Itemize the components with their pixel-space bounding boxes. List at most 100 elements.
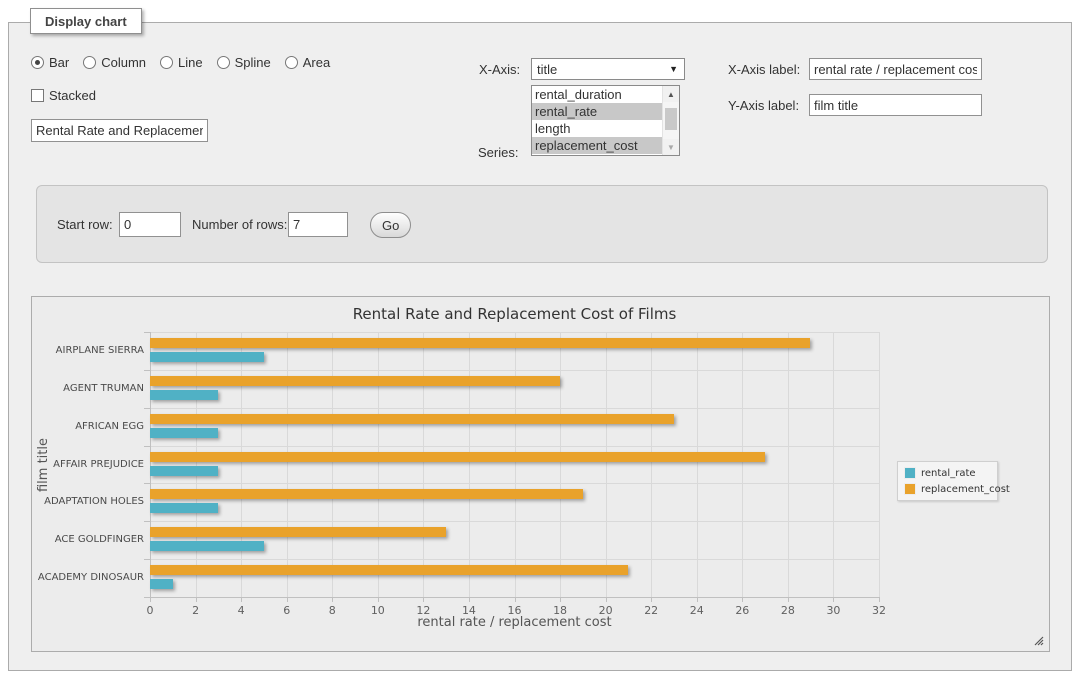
bar-replacement_cost[interactable] <box>150 527 446 537</box>
gridline-vertical <box>879 332 880 597</box>
go-button[interactable]: Go <box>370 212 411 238</box>
chart-type-bar[interactable]: Bar <box>31 55 69 70</box>
category-label: AIRPLANE SIERRA <box>37 345 144 357</box>
x-axis-selected-value: title <box>537 62 557 77</box>
radio-icon[interactable] <box>285 56 298 69</box>
gridline-vertical <box>833 332 834 597</box>
gridline-vertical <box>788 332 789 597</box>
x-axis-label-input[interactable] <box>809 58 982 80</box>
go-button-label: Go <box>382 218 399 233</box>
bar-replacement_cost[interactable] <box>150 489 583 499</box>
radio-icon[interactable] <box>160 56 173 69</box>
bar-replacement_cost[interactable] <box>150 565 628 575</box>
legend-swatch <box>904 467 916 479</box>
gridline-vertical <box>332 332 333 597</box>
bar-rental_rate[interactable] <box>150 428 218 438</box>
start-row-input[interactable] <box>119 212 181 237</box>
bar-replacement_cost[interactable] <box>150 338 810 348</box>
radio-label: Spline <box>235 55 271 70</box>
legend-item-rental_rate[interactable]: rental_rate <box>904 467 991 479</box>
legend-swatch <box>904 483 916 495</box>
fieldset-legend-text: Display chart <box>45 14 127 29</box>
chart-type-spline[interactable]: Spline <box>217 55 271 70</box>
gridline-vertical <box>560 332 561 597</box>
chart-type-area[interactable]: Area <box>285 55 330 70</box>
series-list-label: Series: <box>478 145 518 160</box>
bar-rental_rate[interactable] <box>150 390 218 400</box>
legend-item-replacement_cost[interactable]: replacement_cost <box>904 483 991 495</box>
bar-replacement_cost[interactable] <box>150 452 765 462</box>
radio-label: Area <box>303 55 330 70</box>
gridline-horizontal <box>150 408 879 409</box>
scrollbar-thumb[interactable] <box>665 108 677 130</box>
chart-type-radios: Bar Column Line Spline Area <box>31 55 330 70</box>
row-range-panel: Start row: Number of rows: Go <box>36 185 1048 263</box>
gridline-horizontal <box>150 370 879 371</box>
gridline-vertical <box>469 332 470 597</box>
gridline-horizontal <box>150 483 879 484</box>
bar-rental_rate[interactable] <box>150 503 218 513</box>
gridline-vertical <box>196 332 197 597</box>
scroll-down-icon[interactable]: ▼ <box>663 139 679 155</box>
radio-icon[interactable] <box>31 56 44 69</box>
y-axis-line <box>150 332 151 597</box>
gridline-vertical <box>515 332 516 597</box>
bar-rental_rate[interactable] <box>150 541 264 551</box>
gridline-horizontal <box>150 446 879 447</box>
fieldset-legend: Display chart <box>30 8 142 34</box>
start-row-label: Start row: <box>57 217 113 232</box>
stacked-checkbox[interactable] <box>31 89 44 102</box>
chart-type-column[interactable]: Column <box>83 55 146 70</box>
bar-rental_rate[interactable] <box>150 579 173 589</box>
category-label: AFFAIR PREJUDICE <box>37 459 144 471</box>
bar-replacement_cost[interactable] <box>150 376 560 386</box>
x-axis-select[interactable]: title ▼ <box>531 58 685 80</box>
display-chart-fieldset: BarColumnLineSplineArea Stacked X-Axis: … <box>8 22 1072 671</box>
radio-label: Line <box>178 55 203 70</box>
x-axis-title: rental rate / replacement cost <box>150 615 879 630</box>
series-option-length[interactable]: length <box>532 120 662 137</box>
chart-type-line[interactable]: Line <box>160 55 203 70</box>
x-axis-line <box>150 597 879 598</box>
stacked-option[interactable]: Stacked <box>31 88 96 103</box>
y-axis-label-input[interactable] <box>809 94 982 116</box>
bar-replacement_cost[interactable] <box>150 414 674 424</box>
gridline-vertical <box>697 332 698 597</box>
gridline-vertical <box>378 332 379 597</box>
chart-title: Rental Rate and Replacement Cost of Film… <box>150 305 879 323</box>
radio-label: Column <box>101 55 146 70</box>
bar-rental_rate[interactable] <box>150 466 218 476</box>
category-label: ACADEMY DINOSAUR <box>37 572 144 584</box>
app-window: Display chart Bar Column Line Spline Area St… <box>0 0 1081 681</box>
gridline-horizontal <box>150 559 879 560</box>
resize-handle-icon[interactable] <box>1034 636 1044 646</box>
legend-label: replacement_cost <box>921 484 1010 495</box>
bar-rental_rate[interactable] <box>150 352 264 362</box>
chart-title-input[interactable] <box>31 119 208 142</box>
series-option-rental_duration[interactable]: rental_duration <box>532 86 662 103</box>
x-axis-label-caption: X-Axis label: <box>728 62 800 77</box>
x-axis-tick <box>879 597 880 602</box>
legend-label: rental_rate <box>921 468 976 479</box>
y-axis-label-caption: Y-Axis label: <box>728 98 799 113</box>
num-rows-input[interactable] <box>288 212 348 237</box>
series-option-replacement_cost[interactable]: replacement_cost <box>532 137 662 154</box>
series-scrollbar[interactable]: ▲ ▼ <box>662 86 679 155</box>
radio-icon[interactable] <box>83 56 96 69</box>
stacked-label: Stacked <box>49 88 96 103</box>
y-axis-title: film title <box>36 400 52 530</box>
category-label: AFRICAN EGG <box>37 421 144 433</box>
radio-label: Bar <box>49 55 69 70</box>
x-axis-select-label: X-Axis: <box>479 62 520 77</box>
chart-legend: rental_rate replacement_cost <box>897 461 998 501</box>
num-rows-label: Number of rows: <box>192 217 287 232</box>
gridline-vertical <box>423 332 424 597</box>
radio-icon[interactable] <box>217 56 230 69</box>
scroll-up-icon[interactable]: ▲ <box>663 86 679 102</box>
series-listbox[interactable]: rental_durationrental_ratelengthreplacem… <box>531 85 680 156</box>
series-options: rental_durationrental_ratelengthreplacem… <box>532 86 662 154</box>
chevron-down-icon: ▼ <box>669 65 678 74</box>
category-label: ADAPTATION HOLES <box>37 496 144 508</box>
series-option-rental_rate[interactable]: rental_rate <box>532 103 662 120</box>
category-label: AGENT TRUMAN <box>37 383 144 395</box>
